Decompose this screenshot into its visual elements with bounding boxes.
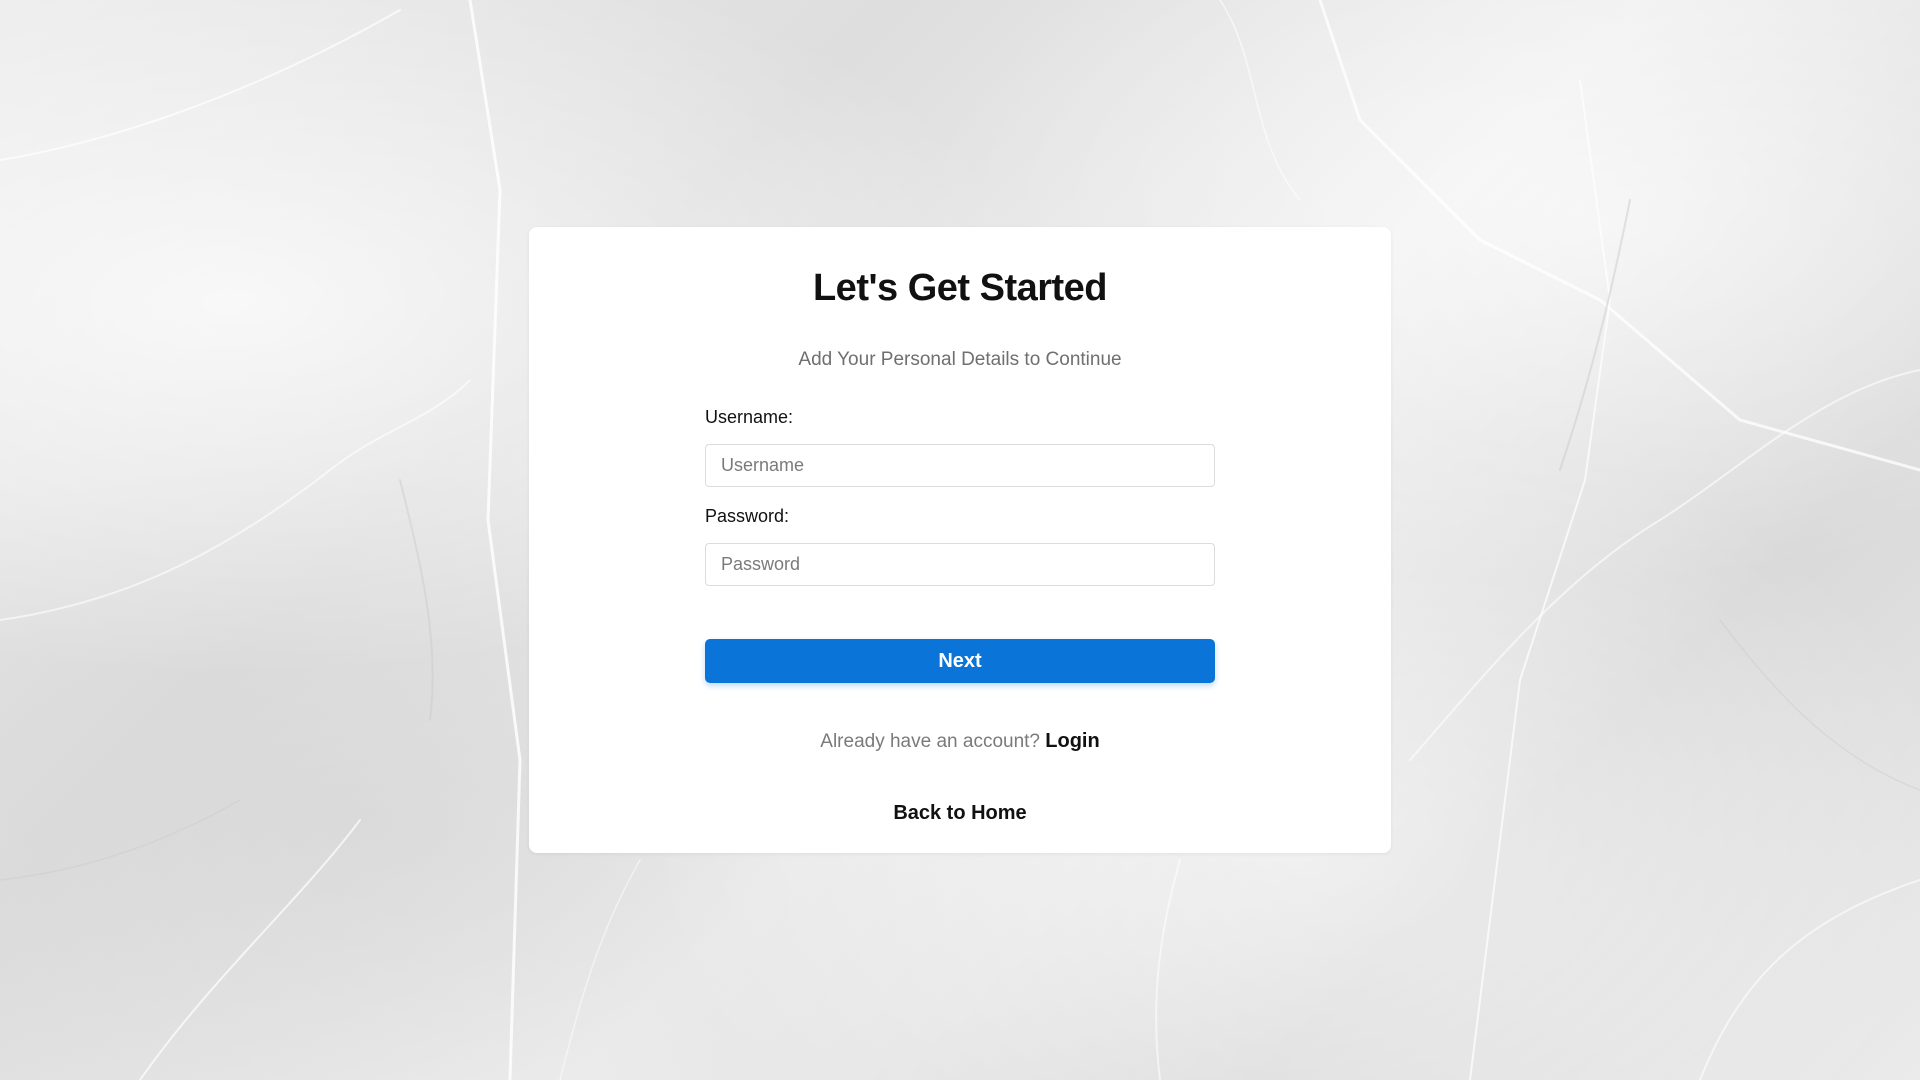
password-input[interactable]: [705, 543, 1215, 586]
next-button[interactable]: Next: [705, 639, 1215, 683]
page: { "form": { "title": "Let's Get Started"…: [0, 0, 1920, 1080]
page-title: Let's Get Started: [812, 267, 1108, 309]
username-label: Username:: [705, 407, 794, 427]
username-input[interactable]: [705, 444, 1215, 487]
login-link[interactable]: Login: [1045, 730, 1099, 752]
signup-card: Let's Get Started Add Your Personal Deta…: [529, 227, 1391, 853]
back-to-home-link[interactable]: Back to Home: [529, 802, 1391, 825]
login-prompt-row: Already have an account? Login: [529, 730, 1391, 753]
page-subtitle: Add Your Personal Details to Continue: [798, 349, 1122, 370]
login-prompt-text: Already have an account?: [820, 731, 1040, 752]
password-label: Password:: [705, 506, 790, 526]
